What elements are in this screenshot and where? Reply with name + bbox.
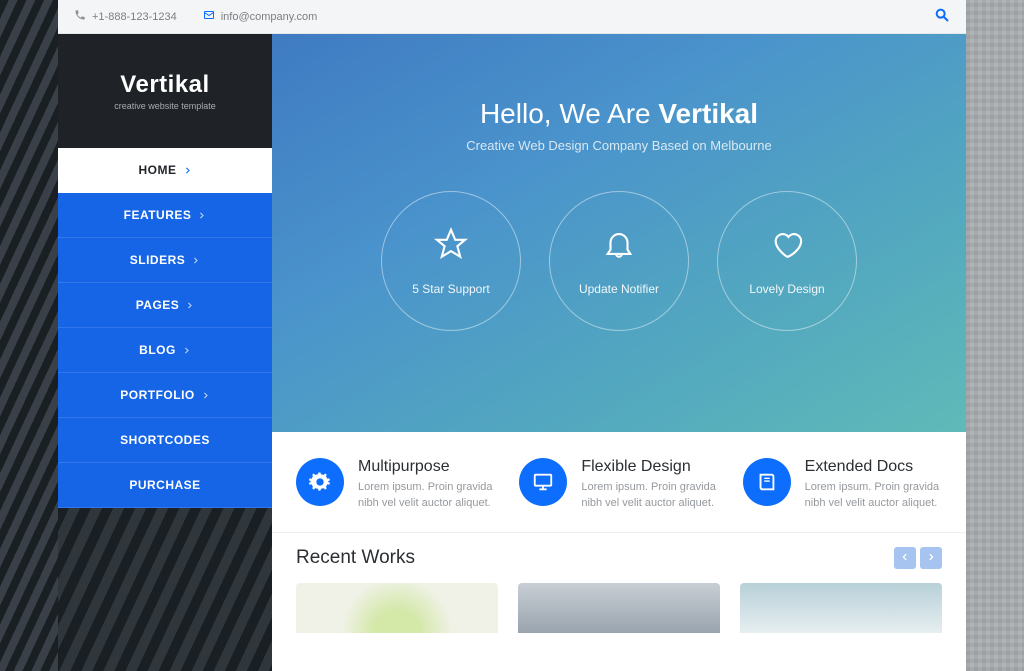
- phone-text: +1-888-123-1234: [92, 11, 177, 23]
- hero-circle-support[interactable]: 5 Star Support: [381, 191, 521, 331]
- top-bar: +1-888-123-1234 info@company.com: [58, 0, 966, 34]
- features-row: Multipurpose Lorem ipsum. Proin gravida …: [272, 432, 966, 533]
- carousel-prev-button[interactable]: [894, 547, 916, 569]
- feature-flexible: Flexible Design Lorem ipsum. Proin gravi…: [519, 458, 718, 512]
- sidebar-bg: [58, 508, 272, 671]
- chevron-right-icon: [201, 391, 210, 400]
- search-button[interactable]: [934, 7, 950, 26]
- email-text: info@company.com: [221, 11, 318, 23]
- monitor-icon: [519, 458, 567, 506]
- feature-desc: Lorem ipsum. Proin gravida nibh vel veli…: [358, 480, 495, 512]
- chevron-left-icon: [900, 549, 910, 567]
- chevron-right-icon: [183, 166, 192, 175]
- carousel-nav: [894, 547, 942, 569]
- circle-label: 5 Star Support: [412, 282, 489, 296]
- chevron-right-icon: [182, 346, 191, 355]
- nav-label: FEATURES: [124, 208, 192, 222]
- feature-docs: Extended Docs Lorem ipsum. Proin gravida…: [743, 458, 942, 512]
- hero-title-prefix: Hello, We Are: [480, 98, 658, 129]
- feature-title: Multipurpose: [358, 458, 495, 476]
- hero-circle-design[interactable]: Lovely Design: [717, 191, 857, 331]
- star-icon: [434, 227, 468, 266]
- nav-label: PORTFOLIO: [120, 388, 195, 402]
- feature-title: Extended Docs: [805, 458, 942, 476]
- nav-item-purchase[interactable]: PURCHASE: [58, 463, 272, 508]
- hero-circles: 5 Star Support Update Notifier Lovely De…: [272, 191, 966, 331]
- works-carousel: [296, 583, 942, 633]
- phone-icon: [74, 9, 86, 24]
- hero-title-bold: Vertikal: [658, 98, 758, 129]
- nav-item-portfolio[interactable]: PORTFOLIO: [58, 373, 272, 418]
- sidebar: Vertikal creative website template HOME …: [58, 34, 272, 671]
- mail-icon: [203, 9, 215, 24]
- chevron-right-icon: [197, 211, 206, 220]
- feature-desc: Lorem ipsum. Proin gravida nibh vel veli…: [805, 480, 942, 512]
- feature-multipurpose: Multipurpose Lorem ipsum. Proin gravida …: [296, 458, 495, 512]
- nav-label: BLOG: [139, 343, 176, 357]
- search-icon: [934, 14, 950, 26]
- nav-label: SLIDERS: [130, 253, 186, 267]
- nav-label: SHORTCODES: [120, 433, 210, 447]
- nav-label: PURCHASE: [129, 478, 200, 492]
- main-nav: HOME FEATURES SLIDERS PAGES BLOG: [58, 148, 272, 508]
- nav-item-sliders[interactable]: SLIDERS: [58, 238, 272, 283]
- carousel-next-button[interactable]: [920, 547, 942, 569]
- main-container: +1-888-123-1234 info@company.com Vertika…: [58, 0, 966, 671]
- chevron-right-icon: [926, 549, 936, 567]
- nav-item-home[interactable]: HOME: [58, 148, 272, 193]
- circle-label: Lovely Design: [749, 282, 824, 296]
- hero-banner: Hello, We Are Vertikal Creative Web Desi…: [272, 34, 966, 432]
- logo-block[interactable]: Vertikal creative website template: [58, 34, 272, 148]
- logo-tagline: creative website template: [114, 101, 216, 111]
- work-item[interactable]: [296, 583, 498, 633]
- hero-circle-notifier[interactable]: Update Notifier: [549, 191, 689, 331]
- heart-icon: [770, 227, 804, 266]
- phone-block: +1-888-123-1234: [74, 9, 177, 24]
- nav-item-features[interactable]: FEATURES: [58, 193, 272, 238]
- content: Hello, We Are Vertikal Creative Web Desi…: [272, 34, 966, 671]
- nav-item-shortcodes[interactable]: SHORTCODES: [58, 418, 272, 463]
- logo-name: Vertikal: [120, 71, 209, 99]
- nav-item-pages[interactable]: PAGES: [58, 283, 272, 328]
- hero-title: Hello, We Are Vertikal: [272, 98, 966, 130]
- recent-title: Recent Works: [296, 547, 415, 569]
- bell-icon: [602, 227, 636, 266]
- hero-subtitle: Creative Web Design Company Based on Mel…: [272, 138, 966, 153]
- circle-label: Update Notifier: [579, 282, 659, 296]
- work-item[interactable]: [740, 583, 942, 633]
- nav-label: PAGES: [136, 298, 180, 312]
- gears-icon: [296, 458, 344, 506]
- feature-title: Flexible Design: [581, 458, 718, 476]
- nav-label: HOME: [139, 163, 177, 177]
- recent-works: Recent Works: [272, 533, 966, 633]
- chevron-right-icon: [185, 301, 194, 310]
- chevron-right-icon: [191, 256, 200, 265]
- book-icon: [743, 458, 791, 506]
- work-item[interactable]: [518, 583, 720, 633]
- feature-desc: Lorem ipsum. Proin gravida nibh vel veli…: [581, 480, 718, 512]
- nav-item-blog[interactable]: BLOG: [58, 328, 272, 373]
- email-block[interactable]: info@company.com: [203, 9, 318, 24]
